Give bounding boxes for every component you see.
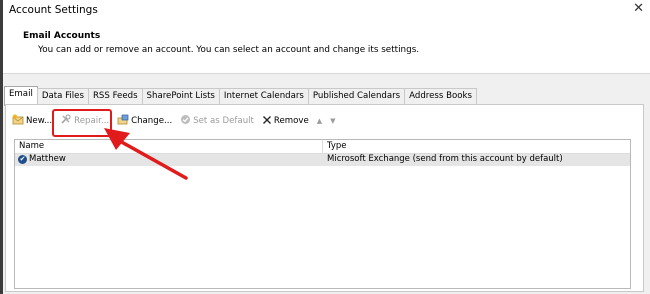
annotation-arrow-shaft <box>116 138 188 180</box>
annotation-arrow-head <box>104 128 130 150</box>
annotation-arrow <box>104 128 188 180</box>
